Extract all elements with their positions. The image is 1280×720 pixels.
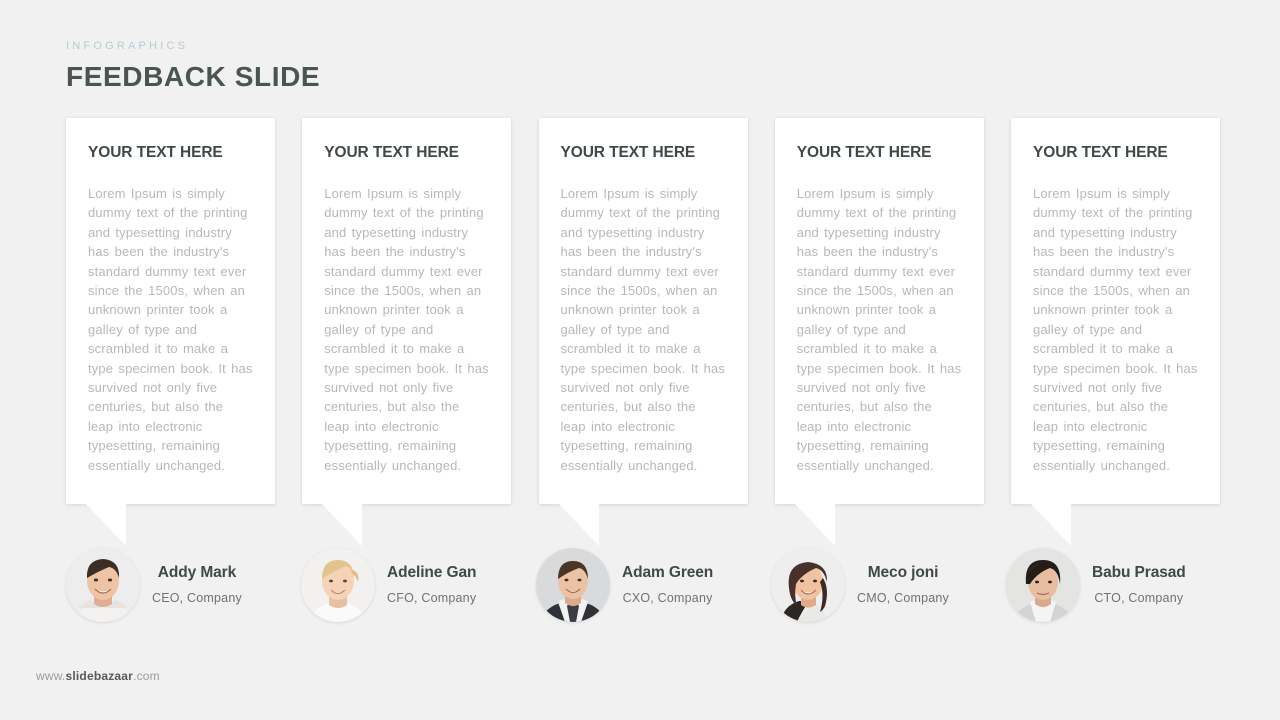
avatar [301, 548, 375, 622]
person-row: Addy Mark CEO, Company Adeline Gan CFO, … [66, 548, 1241, 622]
person-text: Adam Green CXO, Company [622, 564, 713, 607]
person-name: Adam Green [622, 563, 714, 581]
person-name: Babu Prasad [1092, 563, 1186, 581]
card-title: YOUR TEXT HERE [88, 144, 223, 161]
person-text: Adeline Gan CFO, Company [387, 564, 476, 607]
person-role: CMO, Company [857, 590, 950, 605]
footer-brand: slidebazaar [65, 669, 134, 683]
avatar [771, 548, 845, 622]
avatar [1006, 548, 1080, 622]
person-card[interactable]: Meco joni CMO, Company [771, 548, 1006, 622]
slide-canvas: INFOGRAPHICS FEEDBACK SLIDE YOUR TEXT HE… [0, 0, 1280, 720]
footer-url-prefix: www. [36, 669, 66, 683]
slide-header: INFOGRAPHICS FEEDBACK SLIDE [66, 40, 320, 93]
feedback-card-wrap: YOUR TEXT HERE Lorem Ipsum is simply dum… [302, 118, 512, 546]
person-role: CXO, Company [622, 590, 713, 605]
person-role: CFO, Company [387, 590, 477, 605]
person-name: Addy Mark [157, 563, 237, 581]
speech-bubble-tail-icon [86, 504, 130, 548]
speech-bubble-tail-icon [1031, 504, 1075, 548]
feedback-card-wrap: YOUR TEXT HERE Lorem Ipsum is simply dum… [538, 118, 748, 546]
person-text: Babu Prasad CTO, Company [1092, 564, 1186, 607]
person-text: Addy Mark CEO, Company [152, 564, 242, 607]
person-card[interactable]: Babu Prasad CTO, Company [1006, 548, 1241, 622]
speech-bubble-tail-icon [794, 504, 839, 548]
feedback-card[interactable]: YOUR TEXT HERE Lorem Ipsum is simply dum… [538, 118, 748, 504]
feedback-card-wrap: YOUR TEXT HERE Lorem Ipsum is simply dum… [774, 118, 984, 546]
feedback-card-row: YOUR TEXT HERE Lorem Ipsum is simply dum… [66, 118, 1220, 546]
avatar [66, 548, 140, 622]
card-body-text: Lorem Ipsum is simply dummy text of the … [324, 186, 489, 473]
feedback-card[interactable]: YOUR TEXT HERE Lorem Ipsum is simply dum… [66, 118, 275, 504]
card-body-text: Lorem Ipsum is simply dummy text of the … [560, 186, 726, 473]
card-body-text: Lorem Ipsum is simply dummy text of the … [796, 186, 962, 473]
feedback-card-wrap: YOUR TEXT HERE Lorem Ipsum is simply dum… [66, 118, 275, 546]
footer-url: www.slidebazaar.com [36, 669, 160, 683]
feedback-card[interactable]: YOUR TEXT HERE Lorem Ipsum is simply dum… [774, 118, 984, 504]
person-card[interactable]: Adeline Gan CFO, Company [301, 548, 536, 622]
person-role: CEO, Company [152, 590, 242, 605]
feedback-card[interactable]: YOUR TEXT HERE Lorem Ipsum is simply dum… [302, 118, 512, 504]
person-role: CTO, Company [1094, 590, 1184, 605]
person-name: Meco joni [867, 563, 939, 581]
feedback-card-wrap: YOUR TEXT HERE Lorem Ipsum is simply dum… [1011, 118, 1220, 546]
card-title: YOUR TEXT HERE [560, 144, 696, 161]
speech-bubble-tail-icon [558, 504, 603, 548]
card-title: YOUR TEXT HERE [796, 144, 932, 161]
card-title: YOUR TEXT HERE [1033, 144, 1168, 161]
page-title: FEEDBACK SLIDE [66, 61, 321, 92]
person-card[interactable]: Addy Mark CEO, Company [66, 548, 301, 622]
footer-url-suffix: .com [133, 669, 160, 683]
card-body-text: Lorem Ipsum is simply dummy text of the … [1033, 186, 1198, 473]
card-title: YOUR TEXT HERE [324, 144, 459, 161]
avatar [536, 548, 610, 622]
feedback-card[interactable]: YOUR TEXT HERE Lorem Ipsum is simply dum… [1011, 118, 1220, 504]
card-body-text: Lorem Ipsum is simply dummy text of the … [88, 186, 253, 473]
eyebrow-label: INFOGRAPHICS [66, 40, 189, 52]
speech-bubble-tail-icon [322, 504, 366, 548]
person-text: Meco joni CMO, Company [857, 564, 949, 607]
person-card[interactable]: Adam Green CXO, Company [536, 548, 771, 622]
person-name: Adeline Gan [387, 563, 477, 581]
